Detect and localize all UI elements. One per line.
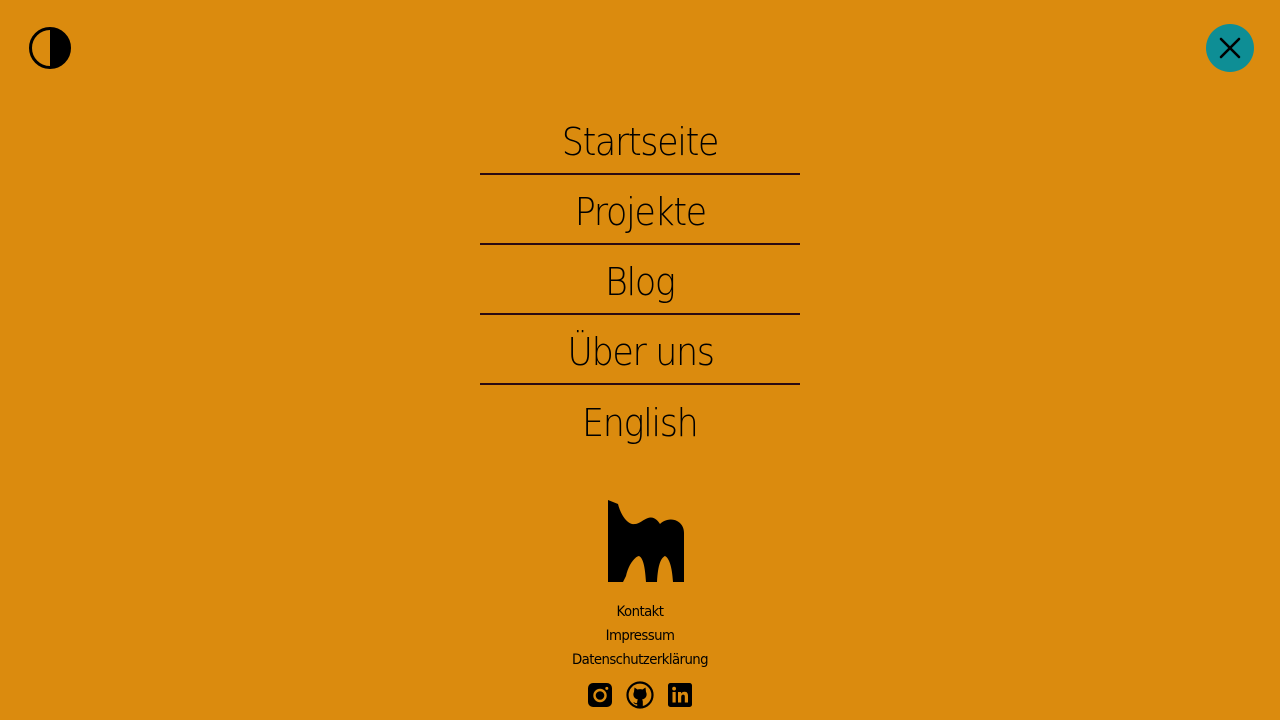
- footer-links: Kontakt Impressum Datenschutzerklärung: [440, 600, 840, 672]
- nav-link-startseite[interactable]: Startseite: [562, 114, 720, 164]
- brand-logo-icon: [608, 500, 684, 582]
- close-icon: [1219, 37, 1241, 59]
- nav-link-english[interactable]: English: [582, 395, 699, 445]
- main-navigation: Startseite Projekte Blog Über uns Englis…: [480, 105, 800, 455]
- nav-link-blog[interactable]: Blog: [605, 254, 676, 304]
- github-link[interactable]: [626, 681, 654, 709]
- contrast-toggle-button[interactable]: [28, 26, 72, 70]
- nav-link-projekte[interactable]: Projekte: [574, 184, 706, 234]
- footer-link-kontakt[interactable]: Kontakt: [450, 600, 830, 624]
- nav-item-ueber-uns: Über uns: [480, 315, 800, 385]
- half-circle-contrast-icon: [29, 27, 71, 69]
- github-icon: [626, 681, 654, 709]
- nav-item-projekte: Projekte: [480, 175, 800, 245]
- linkedin-link[interactable]: [666, 681, 694, 709]
- nav-link-ueber-uns[interactable]: Über uns: [567, 324, 715, 374]
- footer-link-datenschutz[interactable]: Datenschutzerklärung: [450, 648, 830, 672]
- close-menu-button[interactable]: [1206, 24, 1254, 72]
- social-links: [586, 681, 696, 709]
- nav-item-blog: Blog: [480, 245, 800, 315]
- nav-item-startseite: Startseite: [480, 105, 800, 175]
- linkedin-icon: [668, 683, 692, 707]
- instagram-link[interactable]: [586, 681, 614, 709]
- brand-logo[interactable]: [607, 500, 685, 582]
- footer-link-impressum[interactable]: Impressum: [450, 624, 830, 648]
- instagram-icon: [588, 683, 612, 707]
- nav-item-english: English: [480, 385, 800, 455]
